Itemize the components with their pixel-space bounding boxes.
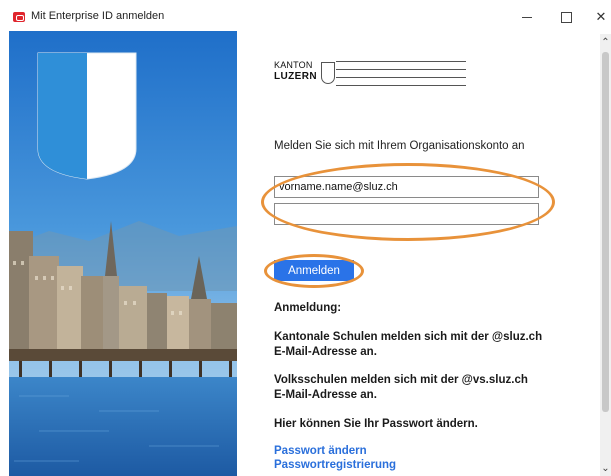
info-line: Volksschulen melden sich mit der @vs.slu…: [274, 374, 528, 386]
scroll-down-icon[interactable]: ⌄: [600, 464, 611, 474]
info-password-change: Hier können Sie Ihr Passwort ändern.: [274, 418, 478, 430]
close-icon[interactable]: ✕: [592, 8, 610, 26]
app-icon: [13, 12, 25, 22]
logo-lines: [336, 61, 466, 87]
minimize-icon[interactable]: [518, 8, 536, 26]
scroll-thumb[interactable]: [602, 52, 609, 412]
info-volksschulen: Volksschulen melden sich mit der @vs.slu…: [274, 373, 574, 403]
hero-image: [9, 31, 237, 476]
info-heading: Anmeldung:: [274, 302, 342, 314]
logo-line1: KANTON: [274, 60, 313, 70]
username-input[interactable]: [274, 176, 539, 198]
login-window: Mit Enterprise ID anmelden ✕ KANTON LUZE…: [0, 0, 611, 476]
change-password-link[interactable]: Passwort ändern: [274, 445, 367, 457]
info-kantonale-schulen: Kantonale Schulen melden sich mit der @s…: [274, 330, 574, 360]
login-prompt: Melden Sie sich mit Ihrem Organisationsk…: [274, 140, 525, 152]
logo-shield-icon: [321, 62, 335, 84]
info-line: Kantonale Schulen melden sich mit der @s…: [274, 331, 543, 343]
info-line: E-Mail-Adresse an.: [274, 389, 377, 401]
info-line: E-Mail-Adresse an.: [274, 346, 377, 358]
login-button[interactable]: Anmelden: [274, 260, 354, 281]
lucerne-cityscape-image: [9, 31, 237, 476]
vertical-scrollbar[interactable]: ⌃ ⌄: [600, 34, 611, 476]
scroll-up-icon[interactable]: ⌃: [600, 38, 611, 48]
title-bar[interactable]: Mit Enterprise ID anmelden ✕: [0, 0, 611, 34]
window-title: Mit Enterprise ID anmelden: [31, 10, 165, 22]
highlight-oval-inputs: [261, 163, 555, 241]
logo-line2: LUZERN: [274, 71, 317, 82]
password-registration-link[interactable]: Passwortregistrierung: [274, 459, 396, 471]
kanton-luzern-logo: KANTON LUZERN: [274, 56, 474, 90]
password-input[interactable]: [274, 203, 539, 225]
maximize-icon[interactable]: [557, 8, 575, 26]
